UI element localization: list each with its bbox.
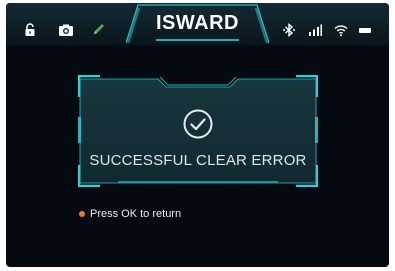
lock-open-icon	[23, 23, 37, 37]
title-tab: ISWARD	[126, 3, 269, 43]
app-title: ISWARD	[156, 12, 239, 34]
signal-bars-icon	[308, 23, 322, 37]
dialog-message: SUCCESSFUL CLEAR ERROR	[89, 152, 307, 169]
wifi-icon	[334, 23, 348, 37]
status-bar-shadow	[6, 43, 389, 47]
success-dialog: SUCCESSFUL CLEAR ERROR	[78, 75, 318, 187]
return-hint: Press OK to return	[79, 206, 181, 222]
hint-bullet	[79, 211, 85, 217]
hint-text: Press OK to return	[90, 208, 182, 220]
camera-icon	[58, 23, 74, 37]
device-screen: ISWARD SUCCESSFUL CLEAR ERROR Press OK t…	[6, 3, 389, 267]
edit-pen-icon	[92, 22, 106, 36]
battery-icon	[358, 23, 372, 37]
bluetooth-icon	[282, 23, 296, 37]
check-circle-icon	[182, 108, 214, 140]
